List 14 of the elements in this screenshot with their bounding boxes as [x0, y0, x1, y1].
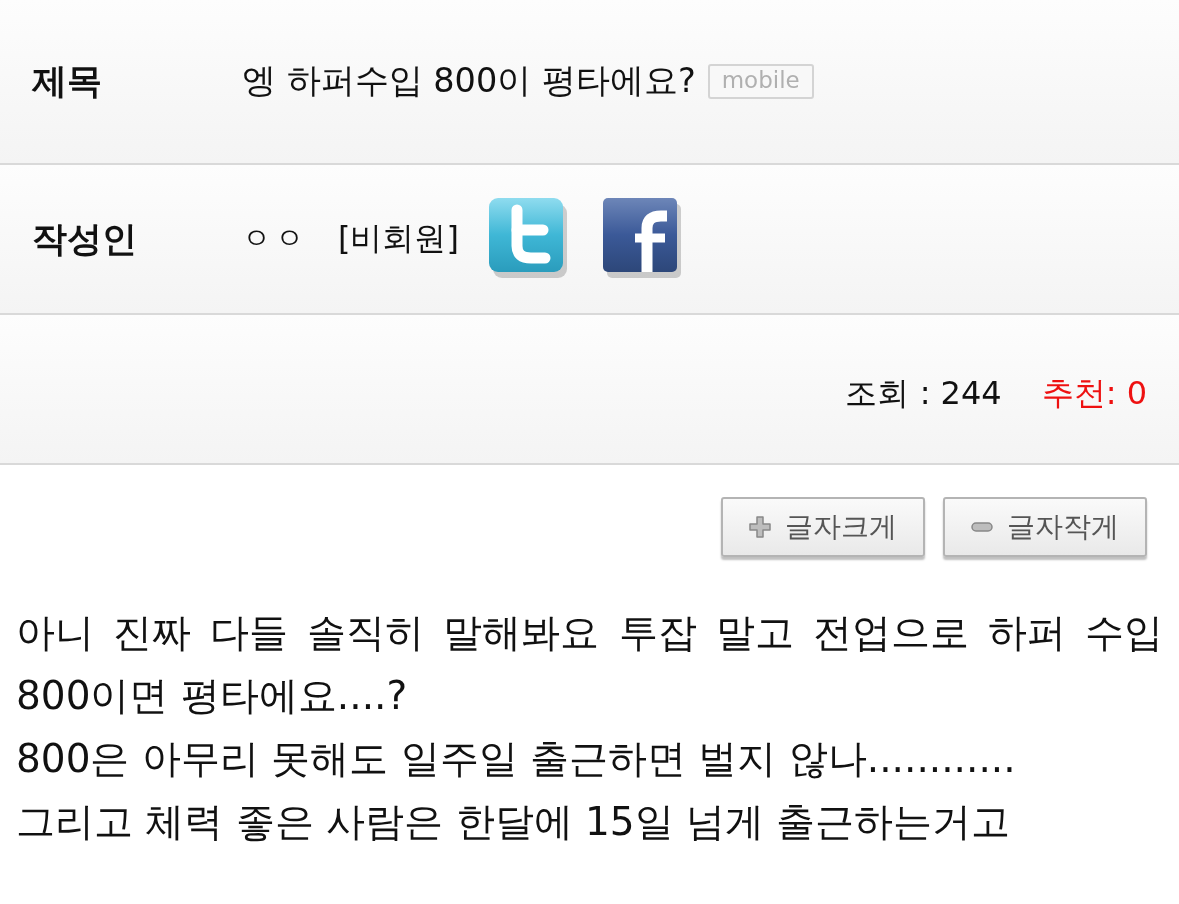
- author-name: ㅇㅇ: [242, 220, 308, 257]
- body-paragraph: 800은 아무리 못해도 일주일 출근하면 벌지 않나............: [16, 735, 1017, 783]
- body-paragraph: 그리고 체력 좋은 사람은 한달에 15일 넘게 출근하는거고: [16, 798, 1012, 846]
- enlarge-text-button[interactable]: 글자크게: [721, 497, 925, 557]
- plus-icon: [749, 516, 771, 538]
- recommend-count: 추천: 0: [1041, 373, 1147, 414]
- shrink-text-button[interactable]: 글자작게: [943, 497, 1147, 557]
- member-status: [비회원]: [338, 218, 459, 259]
- title-label: 제목: [32, 60, 103, 103]
- view-count: 조회 : 244: [845, 373, 1002, 414]
- post-title: 엥 하퍼수입 800이 평타에요?: [242, 60, 696, 102]
- author-label: 작성인: [32, 217, 138, 261]
- body-paragraph: 아니 진짜 다들 솔직히 말해봐요 투잡 말고 전업으로 하퍼 수입 800이면 평타에요....?: [16, 609, 1163, 720]
- mobile-badge: mobile: [707, 64, 814, 99]
